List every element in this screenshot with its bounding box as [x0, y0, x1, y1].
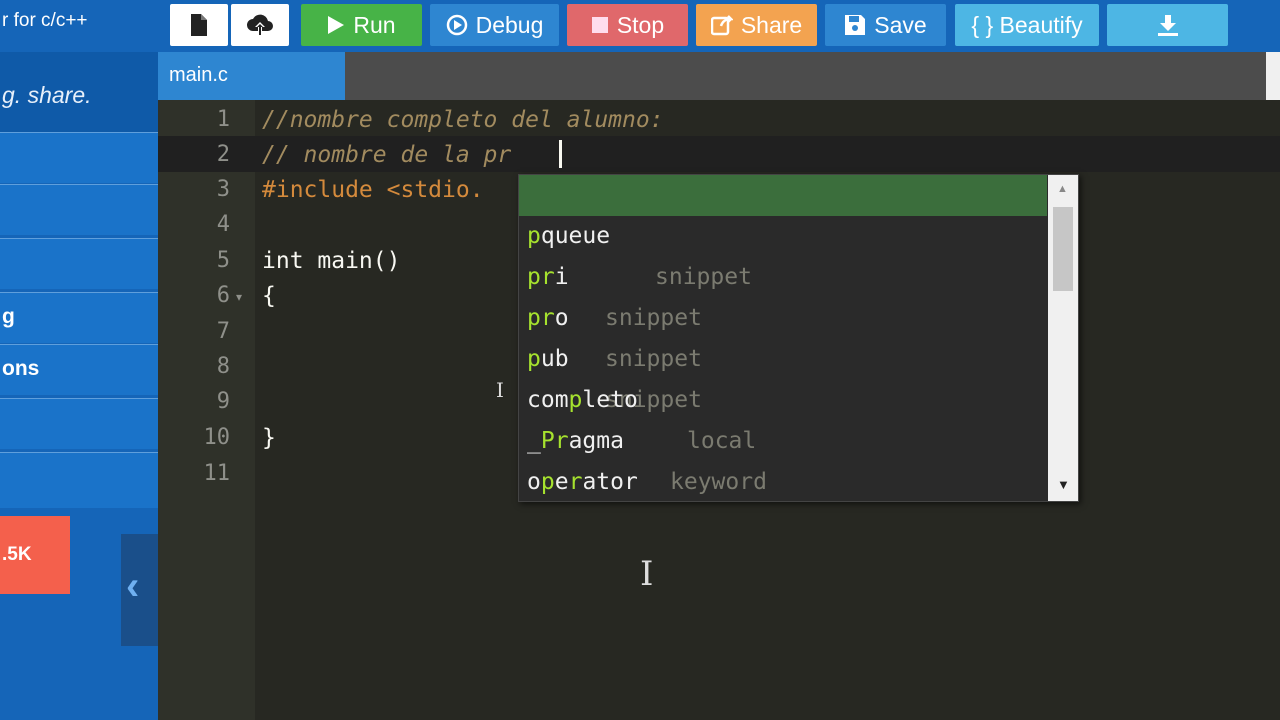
- slogan-text: g. share.: [2, 82, 92, 108]
- sidebar-item-2[interactable]: [0, 184, 158, 235]
- autocomplete-item[interactable]: operator keyword: [519, 421, 1047, 495]
- autocomplete-item[interactable]: _Pragma keyword: [519, 380, 1047, 495]
- tab-label: main.c: [169, 64, 228, 86]
- line-number: 6: [216, 283, 230, 308]
- code-line: {: [262, 283, 276, 309]
- download-icon: [1157, 15, 1178, 36]
- slogan: g. share.: [0, 52, 158, 132]
- save-label: Save: [874, 11, 927, 38]
- line-number: 8: [216, 354, 230, 379]
- sidebar-item-7[interactable]: [0, 452, 158, 509]
- play-icon: [328, 16, 345, 34]
- upload-button[interactable]: [231, 4, 289, 46]
- sidebar-item-5[interactable]: ons: [0, 344, 158, 395]
- new-file-button[interactable]: [170, 4, 228, 46]
- brand-header[interactable]: r for c/c++: [0, 0, 158, 52]
- tab-main-c[interactable]: main.c: [158, 52, 345, 100]
- beautify-label: { } Beautify: [971, 11, 1083, 38]
- sidebar-item-4[interactable]: g: [0, 292, 158, 343]
- save-button[interactable]: Save: [825, 4, 946, 46]
- text-cursor: [559, 140, 562, 168]
- download-button[interactable]: [1107, 4, 1228, 46]
- beautify-button[interactable]: { } Beautify: [955, 4, 1099, 46]
- line-number: 2: [216, 142, 230, 167]
- sidebar-item-6[interactable]: [0, 398, 158, 449]
- line-number: 7: [216, 319, 230, 344]
- share-count-text: .5K: [2, 544, 32, 565]
- autocomplete-item[interactable]: pqueue snippet: [519, 175, 1047, 290]
- debug-button[interactable]: Debug: [430, 4, 559, 46]
- code-line: #include <stdio.: [262, 177, 484, 203]
- mouse-ibeam-icon: I: [640, 554, 654, 594]
- share-label: Share: [740, 11, 803, 38]
- sidebar-item-1[interactable]: [0, 132, 158, 183]
- line-number: 4: [216, 212, 230, 237]
- stop-label: Stop: [616, 11, 665, 38]
- line-number: 9: [216, 389, 230, 414]
- share-count-badge[interactable]: .5K: [0, 516, 70, 594]
- chevron-left-icon: ‹: [126, 564, 140, 608]
- autocomplete-scrollbar[interactable]: ▲ ▼: [1048, 175, 1078, 501]
- line-number: 10: [203, 425, 231, 450]
- autocomplete-item[interactable]: pri snippet: [519, 216, 1047, 331]
- autocomplete-item[interactable]: pro snippet: [519, 257, 1047, 372]
- share-button[interactable]: Share: [696, 4, 817, 46]
- line-number: 3: [216, 177, 230, 202]
- brand-text: r for c/c++: [2, 10, 88, 31]
- code-line: //nombre completo del alumno:: [262, 107, 664, 133]
- line-number: 1: [216, 107, 230, 132]
- ibeam-cursor-icon: I: [496, 378, 504, 402]
- run-button[interactable]: Run: [301, 4, 422, 46]
- fold-arrow-icon[interactable]: ▾: [236, 290, 242, 304]
- autocomplete-item[interactable]: pub snippet: [519, 298, 1047, 413]
- scrollbar[interactable]: [1266, 52, 1280, 100]
- scroll-up-icon[interactable]: ▲: [1057, 183, 1068, 195]
- floppy-disk-icon: [845, 15, 866, 35]
- code-line: int main(): [262, 248, 401, 274]
- run-label: Run: [353, 11, 396, 38]
- scroll-down-icon[interactable]: ▼: [1057, 477, 1070, 492]
- sidebar-item-label: g: [2, 305, 15, 328]
- file-icon: [191, 14, 207, 36]
- sidebar: r for c/c++ g. share. g ons .5K ‹: [0, 0, 158, 720]
- stop-button[interactable]: Stop: [567, 4, 688, 46]
- code-line: // nombre de la pr: [262, 142, 512, 168]
- autocomplete-item[interactable]: completo local: [519, 339, 1047, 454]
- sidebar-item-3[interactable]: [0, 238, 158, 289]
- stop-icon: [591, 17, 608, 33]
- file-tab-bar: main.c: [158, 52, 1280, 100]
- line-number: 5: [216, 248, 230, 273]
- debug-label: Debug: [475, 11, 544, 38]
- play-circle-icon: [446, 14, 467, 36]
- cloud-upload-icon: [247, 14, 273, 35]
- scrollbar-thumb[interactable]: [1053, 207, 1073, 291]
- autocomplete-popup: pqueue snippet pri snippet pro snippet p…: [518, 174, 1079, 502]
- sidebar-item-label: ons: [2, 357, 40, 380]
- collapse-sidebar-button[interactable]: ‹: [121, 534, 158, 646]
- autocomplete-item[interactable]: explicit keyword: [519, 462, 1047, 501]
- share-icon: [710, 15, 733, 36]
- code-line: }: [262, 425, 276, 451]
- toolbar: Run Debug Stop Share Save { } Beautify: [158, 0, 1280, 52]
- line-number: 11: [203, 461, 231, 486]
